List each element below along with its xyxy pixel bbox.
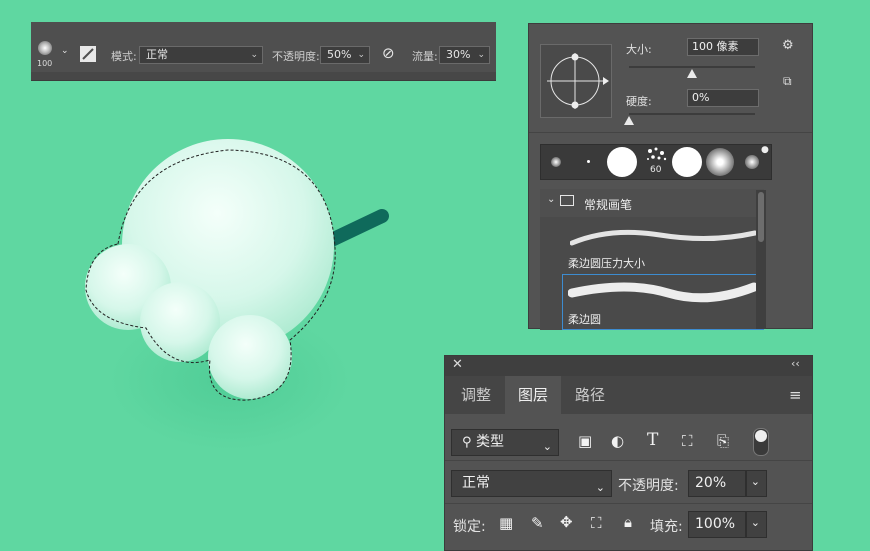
layer-opacity-value: 20% — [695, 475, 727, 491]
brush-preset-name: 柔边圆 — [568, 313, 601, 326]
tab-layers[interactable]: 图层 — [505, 376, 561, 414]
flow-field[interactable]: 30% ⌄ — [439, 46, 490, 64]
hardness-slider-knob[interactable] — [624, 116, 634, 125]
brush-tip[interactable] — [745, 155, 759, 169]
brush-tip[interactable] — [587, 160, 590, 163]
brush-panel-toggle-icon[interactable] — [80, 46, 96, 62]
size-field[interactable]: 100 像素 — [687, 38, 759, 56]
fill-value: 100% — [695, 516, 736, 532]
lock-paint-icon[interactable]: ✎ — [531, 514, 544, 532]
lock-label: 锁定: — [453, 519, 486, 535]
chevron-down-icon: ⌄ — [750, 475, 760, 488]
lock-all-icon[interactable]: 🔒︎ — [624, 513, 632, 531]
fill-label: 填充: — [650, 519, 683, 535]
tip-size-label: 60 — [650, 165, 662, 175]
layer-opacity-label: 不透明度: — [618, 478, 679, 494]
smart-object-filter-icon[interactable]: ⎘ — [717, 432, 729, 450]
droplet-icon: ● — [761, 145, 769, 155]
brush-preview-icon[interactable] — [38, 41, 52, 55]
brush-size-readout: 100 — [37, 59, 53, 68]
opacity-label: 不透明度: — [272, 50, 320, 63]
lock-position-icon[interactable]: ✥ — [560, 513, 573, 531]
flow-label: 流量: — [412, 50, 438, 63]
new-brush-icon[interactable]: ⧉ — [783, 74, 792, 89]
type-filter-icon[interactable]: T — [647, 430, 658, 450]
options-bar: 100 ⌄ 模式: 正常 ⌄ 不透明度: 50% ⌄ ⊘ 流量: 30% ⌄ — [31, 22, 496, 81]
chevron-down-icon: ⌄ — [542, 440, 552, 453]
brush-settings-panel: 大小: 100 像素 ⚙︎ ⧉ 硬度: 0% 60 ● ⌄ 常规画笔 柔边圆压力… — [528, 23, 813, 330]
layer-opacity-dropdown[interactable]: ⌄ — [746, 470, 767, 497]
opacity-field[interactable]: 50% ⌄ — [320, 46, 370, 64]
chevron-down-icon[interactable]: ⌄ — [61, 46, 69, 56]
gear-icon[interactable]: ⚙︎ — [782, 38, 794, 53]
flow-value: 30% — [446, 48, 471, 61]
layers-panel: ✕ ‹‹ 调整 图层 路径 ≡ ⚲ 类型 ⌄ ▣ ◐ T ⛶ ⎘ 正常 ⌄ 不透… — [444, 355, 813, 551]
hardness-field[interactable]: 0% — [687, 89, 759, 107]
collapse-icon[interactable]: ‹‹ — [791, 357, 800, 370]
size-slider-knob[interactable] — [687, 69, 697, 78]
lock-artboard-icon[interactable]: ⛶ — [591, 514, 602, 532]
mode-select[interactable]: 正常 ⌄ — [139, 46, 263, 64]
brush-preset-item[interactable]: 柔边圆压力大小 — [562, 217, 764, 271]
brush-tip-scatter[interactable]: 60 — [644, 145, 670, 179]
layer-opacity-field[interactable]: 20% — [688, 470, 746, 497]
panel-menu-icon[interactable]: ≡ — [789, 386, 802, 404]
preset-scrollbar[interactable] — [756, 190, 766, 329]
size-slider-track[interactable] — [629, 66, 755, 68]
chevron-down-icon: ⌄ — [477, 50, 485, 60]
brush-tips-strip: 60 — [540, 144, 772, 180]
brush-group-name: 常规画笔 — [584, 198, 633, 212]
brush-presets-list: ⌄ 常规画笔 柔边圆压力大小 柔边圆 — [540, 189, 764, 330]
filter-select[interactable]: ⚲ 类型 ⌄ — [451, 429, 559, 456]
document-tab-strip — [31, 72, 496, 80]
fill-dropdown[interactable]: ⌄ — [746, 511, 767, 538]
hardness-label: 硬度: — [626, 95, 652, 108]
hardness-slider-track[interactable] — [629, 113, 755, 115]
chevron-down-icon: ⌄ — [595, 481, 605, 494]
close-icon[interactable]: ✕ — [452, 357, 463, 372]
chevron-down-icon: ⌄ — [750, 516, 760, 529]
chevron-down-icon: ⌄ — [250, 50, 258, 60]
brush-preset-name: 柔边圆压力大小 — [568, 257, 645, 270]
lock-transparency-icon[interactable]: ▦ — [499, 514, 513, 532]
adjustment-filter-icon[interactable]: ◐ — [611, 432, 624, 450]
chevron-down-icon: ⌄ — [357, 50, 365, 60]
tab-adjustments[interactable]: 调整 — [447, 376, 505, 414]
blend-mode-value: 正常 — [462, 475, 490, 491]
fill-field[interactable]: 100% — [688, 511, 746, 538]
filter-value: 类型 — [475, 434, 504, 450]
brush-preset-item-selected[interactable]: 柔边圆 — [562, 274, 764, 330]
mode-value: 正常 — [146, 48, 168, 61]
chevron-down-icon: ⌄ — [547, 194, 556, 205]
pressure-opacity-icon[interactable]: ⊘ — [382, 44, 395, 62]
image-filter-icon[interactable]: ▣ — [578, 432, 592, 450]
brush-tip[interactable] — [607, 147, 637, 177]
tab-paths[interactable]: 路径 — [561, 376, 619, 414]
blend-mode-select[interactable]: 正常 ⌄ — [451, 470, 612, 497]
size-label: 大小: — [626, 43, 652, 56]
filter-toggle[interactable] — [753, 428, 769, 456]
brush-tip[interactable] — [551, 157, 561, 167]
opacity-value: 50% — [327, 48, 352, 61]
brush-angle-preview[interactable] — [540, 44, 612, 118]
search-icon: ⚲ — [462, 435, 472, 450]
shape-filter-icon[interactable]: ⛶ — [682, 432, 693, 450]
brush-group-header[interactable]: ⌄ 常规画笔 — [540, 189, 764, 217]
brush-tip[interactable] — [706, 148, 734, 176]
folder-icon — [560, 195, 574, 206]
brush-tip[interactable] — [672, 147, 702, 177]
mode-label: 模式: — [111, 50, 137, 63]
